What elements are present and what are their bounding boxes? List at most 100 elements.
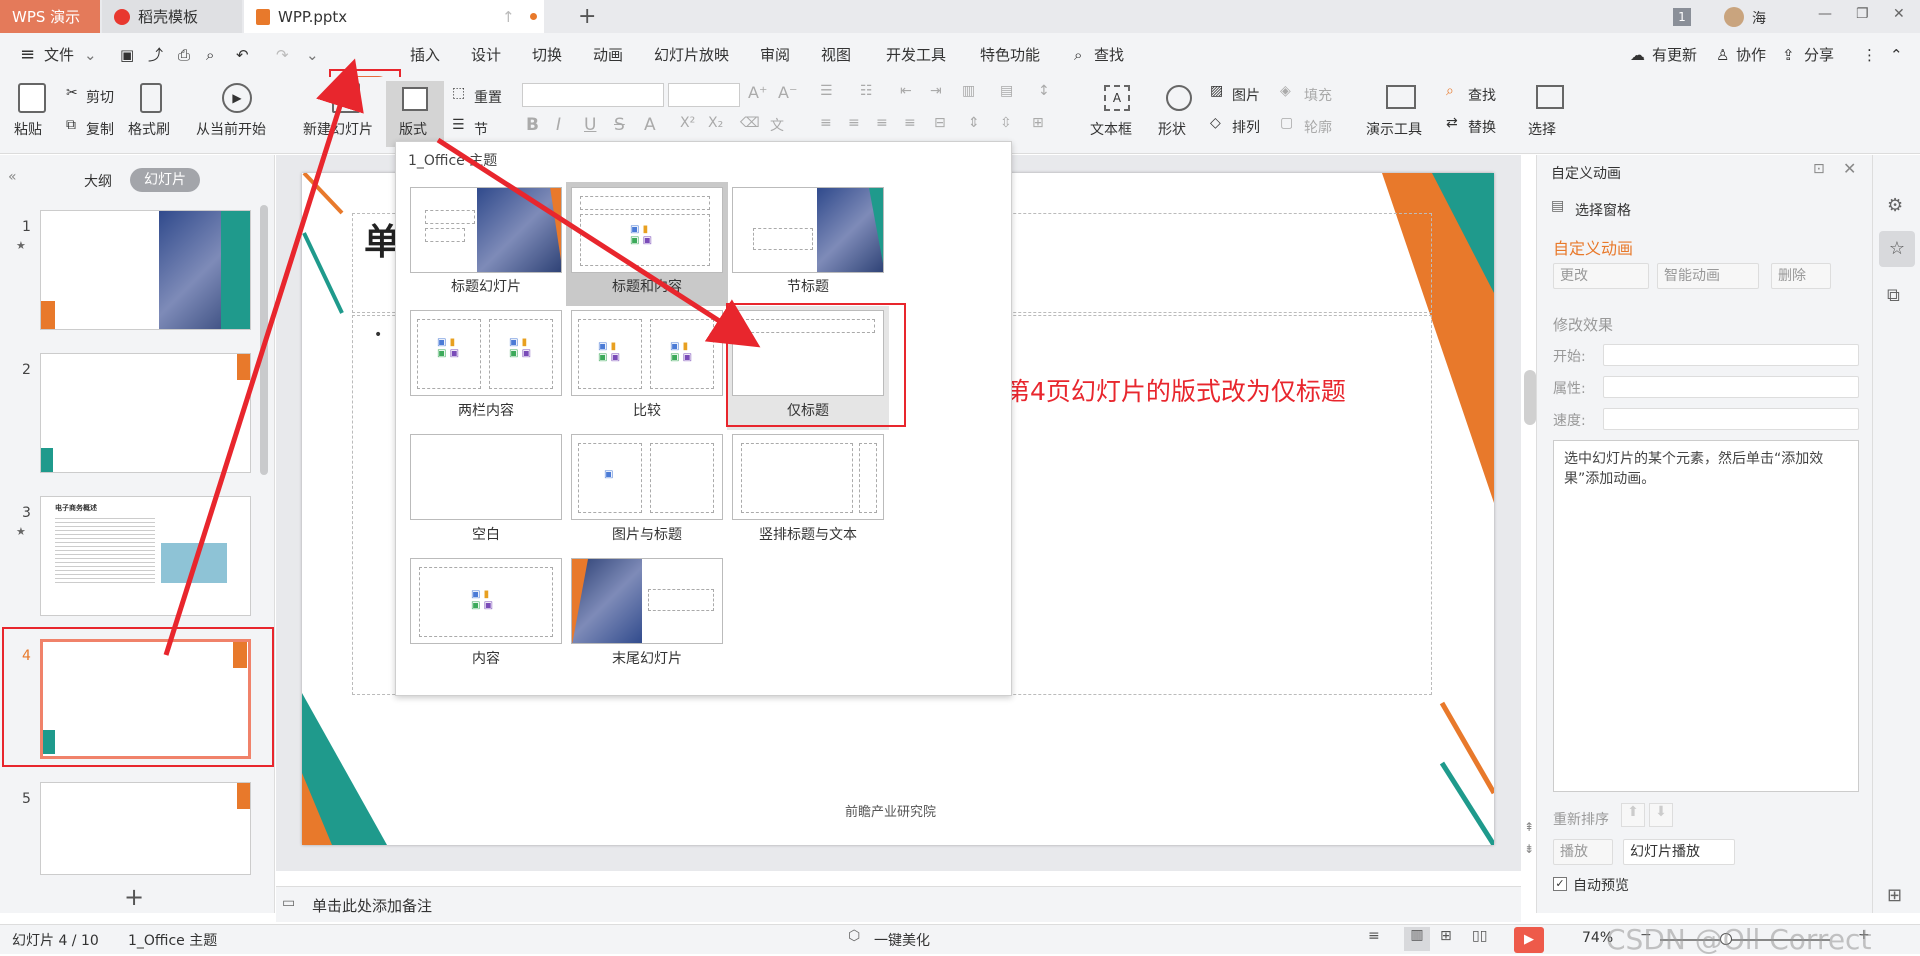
undo-icon[interactable]: ↶ [232, 41, 253, 69]
shape-icon[interactable] [1166, 85, 1192, 111]
align-right-icon[interactable]: ≡ [876, 115, 888, 131]
layout-title-content[interactable]: ▣ ▮ ▣ ▣ [571, 187, 723, 273]
avatar[interactable] [1724, 7, 1744, 27]
search-label[interactable]: 查找 [1090, 41, 1128, 69]
notes-placeholder[interactable]: 单击此处添加备注 [312, 895, 432, 916]
quick-access-more-icon[interactable]: ⌄ [302, 41, 323, 69]
beautify-icon[interactable]: ⬡ [848, 928, 860, 944]
distribute-icon[interactable]: ⊟ [934, 115, 946, 131]
panel-scrollbar[interactable] [260, 205, 268, 475]
fill-button[interactable]: 填充 [1304, 85, 1332, 105]
textbox-icon[interactable]: A [1104, 85, 1130, 111]
align-left-icon[interactable]: ≡ [820, 115, 832, 131]
layout-two-content[interactable]: ▣ ▮ ▣ ▣ ▣ ▮ ▣ ▣ [410, 310, 562, 396]
animation-star-icon[interactable]: ☆ [1879, 231, 1915, 267]
line-spacing2-icon[interactable]: ⇳ [1000, 115, 1012, 131]
arrange-icon[interactable]: ◇ [1210, 115, 1221, 131]
layout-vertical-title[interactable] [732, 434, 884, 520]
font-color-icon[interactable]: A [644, 115, 656, 135]
tab-developer[interactable]: 开发工具 [882, 41, 950, 69]
tab-animation[interactable]: 动画 [589, 41, 627, 69]
format-painter-icon[interactable] [140, 83, 162, 113]
new-slide-button[interactable]: 新建幻灯片 [303, 119, 373, 139]
cut-button[interactable]: 剪切 [86, 87, 114, 107]
outline-button[interactable]: 轮廓 [1304, 117, 1332, 137]
font-size-select[interactable] [668, 83, 740, 107]
hamburger-icon[interactable]: ≡ [16, 41, 39, 69]
paste-button[interactable]: 粘贴 [14, 119, 42, 139]
strikethrough-icon[interactable]: S [614, 115, 625, 135]
layout-section-header[interactable] [732, 187, 884, 273]
tab-transition[interactable]: 切换 [528, 41, 566, 69]
file-menu-chevron-icon[interactable]: ⌄ [80, 41, 101, 69]
layout-comparison[interactable]: ▣ ▮ ▣ ▣ ▣ ▮ ▣ ▣ [571, 310, 723, 396]
update-button[interactable]: 有更新 [1648, 41, 1701, 69]
slide-thumb-3[interactable]: 电子商务概述 [40, 496, 251, 616]
reset-button[interactable]: 重置 [474, 87, 502, 107]
sorter-view-icon[interactable]: ⊞ [1440, 928, 1452, 944]
close-icon[interactable]: ✕ [1843, 159, 1856, 178]
search-icon[interactable]: ⌕ [1070, 41, 1086, 69]
find-button[interactable]: 查找 [1468, 85, 1496, 105]
tab-slideshow[interactable]: 幻灯片放映 [650, 41, 733, 69]
upload-icon[interactable]: ↑ [502, 8, 515, 26]
auto-preview-checkbox[interactable]: ✓ [1553, 877, 1567, 891]
add-slide-button[interactable]: + [124, 883, 144, 911]
cut-icon[interactable]: ✂ [66, 85, 78, 101]
copy-button[interactable]: 复制 [86, 119, 114, 139]
slide-thumb-1[interactable] [40, 210, 251, 330]
prev-slide-icon[interactable]: ⇞ [1524, 820, 1534, 834]
share-icon[interactable]: ⇪ [1778, 41, 1799, 69]
bullet-list-icon[interactable]: ☰ [820, 83, 833, 99]
smart-art-icon[interactable]: ⊞ [1032, 115, 1044, 131]
tab-design[interactable]: 设计 [467, 41, 505, 69]
reset-icon[interactable]: ⬚ [452, 85, 465, 101]
panel-title[interactable]: 自定义动画 [1551, 163, 1621, 183]
picture-button[interactable]: 图片 [1232, 85, 1260, 105]
collab-button[interactable]: 协作 [1732, 41, 1770, 69]
tab-template[interactable]: 稻壳模板 [102, 0, 242, 33]
paste-icon[interactable] [18, 83, 46, 113]
more-icon[interactable]: ⋮ [1858, 41, 1881, 69]
tab-file[interactable]: WPP.pptx ↑ [244, 0, 544, 33]
outdent-icon[interactable]: ⇤ [900, 83, 912, 99]
transition-icon[interactable]: ⧉ [1887, 285, 1900, 306]
layout-content[interactable]: ▣ ▮ ▣ ▣ [410, 558, 562, 644]
maximize-button[interactable]: ❐ [1856, 6, 1869, 22]
increase-font-icon[interactable]: A⁺ [748, 83, 767, 102]
copy-icon[interactable]: ⧉ [66, 117, 76, 133]
share-button[interactable]: 分享 [1800, 41, 1838, 69]
slideshow-button[interactable]: 幻灯片播放 [1623, 839, 1735, 865]
present-tools-button[interactable]: 演示工具 [1366, 119, 1422, 139]
select-button[interactable]: 选择 [1528, 119, 1556, 139]
next-slide-icon[interactable]: ⇟ [1524, 842, 1534, 856]
layout-end-slide[interactable] [571, 558, 723, 644]
subscript-icon[interactable]: X₂ [708, 115, 723, 131]
slides-tab[interactable]: 幻灯片 [130, 168, 200, 192]
start-select[interactable] [1603, 344, 1859, 366]
italic-icon[interactable]: I [556, 115, 561, 135]
app-tab[interactable]: WPS 演示 [0, 0, 100, 33]
preview-icon[interactable]: ⌕ [202, 41, 218, 69]
reading-view-icon[interactable]: ▯▯ [1472, 928, 1487, 944]
slide-thumb-4[interactable] [40, 639, 251, 759]
layout-picture-caption[interactable]: ▣ [571, 434, 723, 520]
outline-tab[interactable]: 大纲 [84, 171, 112, 191]
line-spacing-icon[interactable]: ↕ [1038, 83, 1050, 99]
layout-button[interactable]: 版式 [399, 119, 427, 139]
tab-review[interactable]: 审阅 [756, 41, 794, 69]
smart-animation-button[interactable]: 智能动画 [1657, 263, 1759, 289]
paragraph-spacing-icon[interactable]: ⇕ [968, 115, 980, 131]
collapse-panel-icon[interactable]: « [8, 169, 17, 185]
fill-icon[interactable]: ◈ [1280, 83, 1291, 99]
textbox-button[interactable]: 文本框 [1090, 119, 1132, 139]
tab-special[interactable]: 特色功能 [976, 41, 1044, 69]
selection-pane-link[interactable]: 选择窗格 [1575, 200, 1631, 220]
align-center-icon[interactable]: ≡ [848, 115, 860, 131]
tab-insert[interactable]: 插入 [406, 41, 444, 69]
numbered-list-icon[interactable]: ☷ [860, 83, 873, 99]
text-effect-icon[interactable]: 文 [770, 115, 784, 135]
change-button[interactable]: 更改 [1553, 263, 1649, 289]
layout-blank[interactable] [410, 434, 562, 520]
notes-toggle-icon[interactable]: ≡ [1368, 928, 1380, 944]
